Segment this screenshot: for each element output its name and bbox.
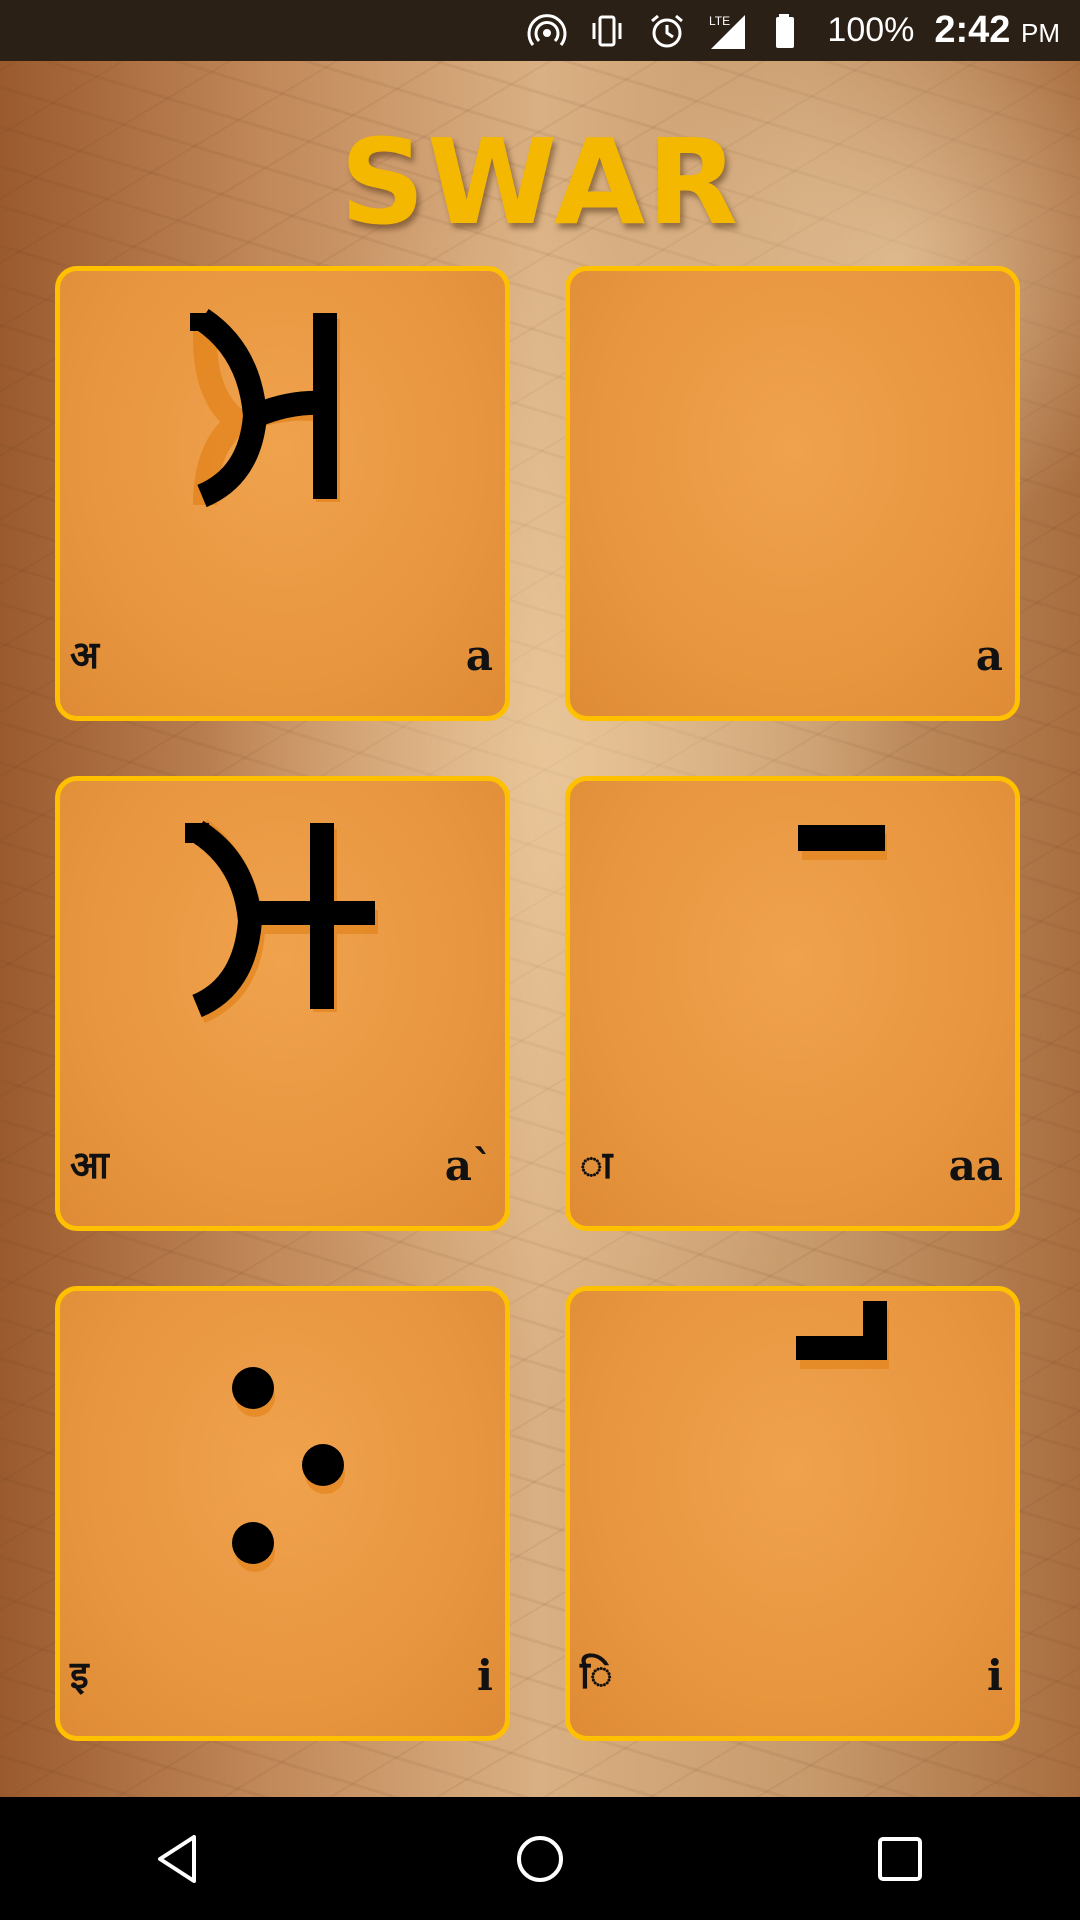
letter-card-i-matra[interactable]: ि i bbox=[565, 1286, 1020, 1741]
clock: 2:42 PM bbox=[934, 9, 1060, 52]
status-bar: LTE 100% 2:42 PM bbox=[0, 0, 1080, 61]
hotspot-icon bbox=[527, 11, 567, 51]
letter-card-aa-matra[interactable]: ा aa bbox=[565, 776, 1020, 1231]
brahmi-i-glyph bbox=[232, 1367, 345, 1572]
recents-icon[interactable] bbox=[860, 1819, 940, 1899]
main-content: SWAR अ a a आ a` ा aa इ i ि i bbox=[0, 61, 1080, 1797]
brahmi-aa-glyph bbox=[185, 819, 378, 1024]
network-label: LTE bbox=[709, 14, 730, 28]
letter-card-a[interactable]: अ a bbox=[55, 266, 510, 721]
hindi-letter: ि bbox=[580, 1653, 613, 1697]
hindi-letter: इ bbox=[70, 1653, 89, 1697]
roman-letter: i bbox=[477, 1651, 493, 1700]
lte-signal-icon: LTE bbox=[707, 11, 747, 51]
hindi-letter: अ bbox=[70, 633, 100, 677]
letter-card-a-blank[interactable]: a bbox=[565, 266, 1020, 721]
clock-time: 2:42 bbox=[934, 9, 1011, 51]
hindi-letter: आ bbox=[70, 1143, 109, 1187]
page-title: SWAR bbox=[339, 113, 741, 251]
roman-letter: i bbox=[987, 1651, 1003, 1700]
roman-letter: a bbox=[975, 631, 1003, 680]
battery-icon bbox=[767, 11, 807, 51]
roman-letter: a` bbox=[444, 1141, 493, 1190]
clock-ampm: PM bbox=[1021, 18, 1060, 48]
roman-letter: aa bbox=[948, 1141, 1003, 1190]
alarm-icon bbox=[647, 11, 687, 51]
letter-card-i[interactable]: इ i bbox=[55, 1286, 510, 1741]
battery-percent: 100% bbox=[827, 11, 915, 49]
letter-card-aa[interactable]: आ a` bbox=[55, 776, 510, 1231]
vibrate-icon bbox=[587, 11, 627, 51]
home-icon[interactable] bbox=[500, 1819, 580, 1899]
hindi-letter: ा bbox=[580, 1143, 613, 1187]
roman-letter: a bbox=[465, 631, 493, 680]
back-icon[interactable] bbox=[140, 1819, 220, 1899]
navigation-bar bbox=[0, 1797, 1080, 1920]
brahmi-a-glyph bbox=[190, 309, 340, 508]
brahmi-i-matra-glyph bbox=[796, 1301, 889, 1369]
